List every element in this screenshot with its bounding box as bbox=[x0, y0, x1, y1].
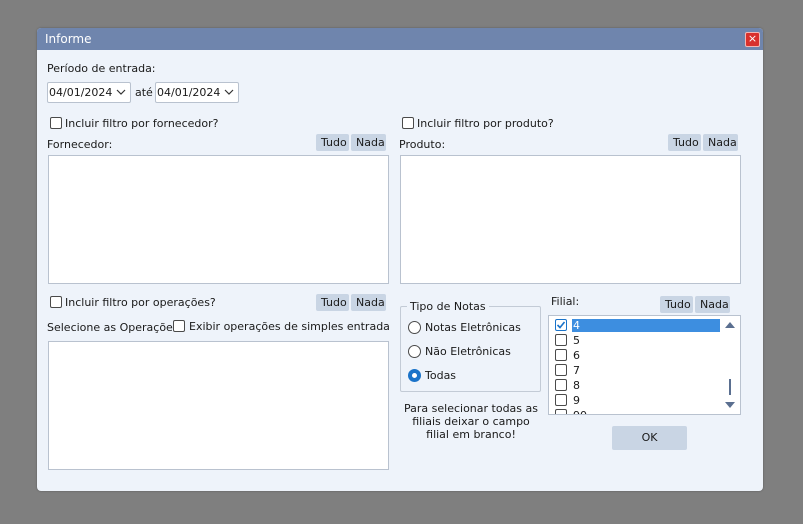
branch-item-checkbox[interactable] bbox=[555, 334, 567, 346]
chevron-down-icon bbox=[224, 89, 234, 95]
chevron-down-icon bbox=[116, 89, 126, 95]
product-all-button[interactable]: Tudo bbox=[668, 134, 701, 151]
radio-all-notes[interactable] bbox=[408, 369, 421, 382]
branch-item-7[interactable]: 7 bbox=[549, 363, 721, 378]
report-dialog: Informe × Período de entrada: 04/01/2024… bbox=[37, 28, 763, 491]
branch-all-button[interactable]: Tudo bbox=[660, 296, 693, 313]
radio-non-electronic[interactable] bbox=[408, 345, 421, 358]
title-bar[interactable]: Informe × bbox=[37, 28, 763, 50]
note-type-title: Tipo de Notas bbox=[407, 300, 489, 313]
branch-scrollbar[interactable] bbox=[724, 319, 736, 411]
ok-button[interactable]: OK bbox=[612, 426, 687, 450]
simple-entry-label: Exibir operações de simples entrada bbox=[189, 320, 390, 333]
date-to-picker[interactable]: 04/01/2024 bbox=[155, 82, 239, 103]
radio-electronic-notes[interactable] bbox=[408, 321, 421, 334]
branch-item-label: 9 bbox=[573, 394, 580, 407]
product-list-label: Produto: bbox=[399, 138, 446, 151]
branch-none-button[interactable]: Nada bbox=[695, 296, 730, 313]
product-filter-checkbox[interactable] bbox=[402, 117, 414, 129]
supplier-filter-checkbox[interactable] bbox=[50, 117, 62, 129]
branch-item-checkbox[interactable] bbox=[555, 319, 567, 331]
branch-item-label: 7 bbox=[573, 364, 580, 377]
branch-label: Filial: bbox=[551, 295, 580, 308]
date-from-picker[interactable]: 04/01/2024 bbox=[47, 82, 131, 103]
operations-all-button[interactable]: Tudo bbox=[316, 294, 349, 311]
operations-list[interactable] bbox=[48, 341, 389, 470]
radio-non-electronic-label: Não Eletrônicas bbox=[425, 345, 511, 358]
branch-item-8[interactable]: 8 bbox=[549, 378, 721, 393]
branch-item-90[interactable]: 90 bbox=[549, 408, 721, 414]
branch-item-6[interactable]: 6 bbox=[549, 348, 721, 363]
branch-item-checkbox[interactable] bbox=[555, 364, 567, 376]
product-list[interactable] bbox=[400, 155, 741, 284]
branch-item-label: 4 bbox=[572, 319, 720, 332]
branch-hint: Para selecionar todas as filiais deixar … bbox=[404, 402, 538, 441]
period-label: Período de entrada: bbox=[47, 62, 156, 75]
check-icon bbox=[556, 321, 566, 329]
scroll-down-icon[interactable] bbox=[725, 402, 735, 408]
close-button[interactable]: × bbox=[745, 32, 760, 47]
radio-electronic-notes-label: Notas Eletrônicas bbox=[425, 321, 521, 334]
branch-item-checkbox[interactable] bbox=[555, 379, 567, 391]
scrollbar-thumb[interactable] bbox=[729, 379, 731, 395]
branch-item-label: 8 bbox=[573, 379, 580, 392]
supplier-list[interactable] bbox=[48, 155, 389, 284]
operations-filter-label: Incluir filtro por operações? bbox=[65, 296, 216, 309]
supplier-all-button[interactable]: Tudo bbox=[316, 134, 349, 151]
simple-entry-checkbox[interactable] bbox=[173, 320, 185, 332]
scroll-up-icon[interactable] bbox=[725, 322, 735, 328]
date-to-value: 04/01/2024 bbox=[157, 86, 221, 99]
operations-none-button[interactable]: Nada bbox=[351, 294, 386, 311]
window-title: Informe bbox=[45, 32, 92, 46]
product-filter-label: Incluir filtro por produto? bbox=[417, 117, 554, 130]
product-none-button[interactable]: Nada bbox=[703, 134, 738, 151]
branch-item-5[interactable]: 5 bbox=[549, 333, 721, 348]
branch-item-label: 5 bbox=[573, 334, 580, 347]
branch-item-4[interactable]: 4 bbox=[549, 318, 721, 333]
branch-list[interactable]: 4 5 6 7 8 9 90 bbox=[548, 315, 741, 415]
branch-item-label: 6 bbox=[573, 349, 580, 362]
supplier-none-button[interactable]: Nada bbox=[351, 134, 386, 151]
branch-item-label: 90 bbox=[573, 409, 587, 414]
supplier-list-label: Fornecedor: bbox=[47, 138, 113, 151]
radio-all-notes-label: Todas bbox=[425, 369, 457, 382]
supplier-filter-label: Incluir filtro por fornecedor? bbox=[65, 117, 219, 130]
date-from-value: 04/01/2024 bbox=[49, 86, 113, 99]
branch-item-checkbox[interactable] bbox=[555, 394, 567, 406]
branch-item-checkbox[interactable] bbox=[555, 409, 567, 414]
operations-filter-checkbox[interactable] bbox=[50, 296, 62, 308]
close-icon: × bbox=[747, 32, 758, 45]
period-separator: até bbox=[135, 86, 153, 99]
branch-item-9[interactable]: 9 bbox=[549, 393, 721, 408]
operations-list-label: Selecione as Operações: bbox=[47, 321, 183, 334]
branch-item-checkbox[interactable] bbox=[555, 349, 567, 361]
